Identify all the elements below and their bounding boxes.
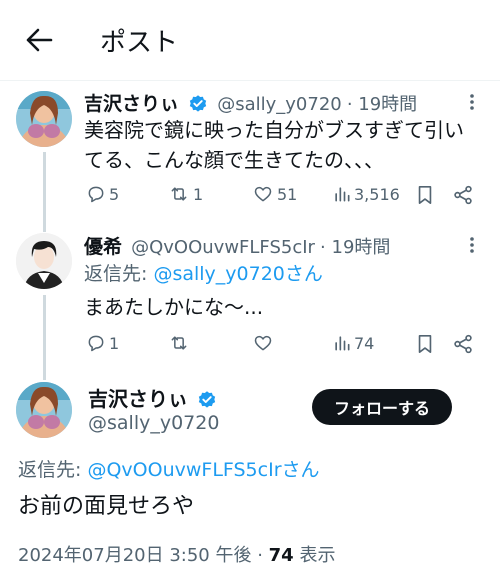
post-time: · 19時間 bbox=[346, 94, 418, 115]
reply-icon bbox=[88, 335, 104, 352]
views-button[interactable]: 3,516 bbox=[333, 184, 400, 204]
more-options-icon[interactable] bbox=[462, 92, 482, 112]
avatar-sally[interactable] bbox=[16, 382, 72, 438]
repost-count: 1 bbox=[193, 184, 204, 204]
avatar-photo bbox=[16, 91, 72, 147]
bookmark-icon[interactable] bbox=[416, 334, 434, 354]
post-text-line: てる、こんな顔で生きてたの、、、 bbox=[84, 148, 384, 172]
post-timestamp[interactable]: 2024年07月20日 3:50 午後 · bbox=[18, 545, 269, 566]
like-button[interactable] bbox=[253, 333, 273, 353]
page-title: ポスト bbox=[100, 28, 179, 58]
avatar-yuki[interactable] bbox=[16, 233, 72, 289]
share-icon[interactable] bbox=[452, 184, 474, 206]
view-label: 表示 bbox=[293, 545, 336, 566]
verified-badge-icon bbox=[189, 94, 207, 112]
main-author-name-row: 吉沢さりぃ bbox=[88, 383, 217, 414]
verified-badge-icon bbox=[198, 390, 216, 408]
post1-text: 美容院で鏡に映った自分がブスすぎて引い てる、こんな顔で生きてたの、、、 bbox=[84, 115, 494, 175]
author-name[interactable]: 吉沢さりぃ bbox=[84, 93, 179, 115]
reply-context: 返信先: @sally_y0720さん bbox=[84, 259, 323, 286]
like-count: 51 bbox=[277, 184, 298, 204]
author-handle[interactable]: @sally_y0720 bbox=[88, 412, 219, 434]
reply-button[interactable]: 5 bbox=[86, 184, 119, 204]
repost-button[interactable]: 1 bbox=[168, 184, 203, 204]
reply-to-handle[interactable]: @QvOOuvwFLFS5cIrさん bbox=[87, 459, 319, 481]
analytics-icon bbox=[335, 187, 350, 202]
avatar-illustration bbox=[16, 233, 72, 289]
reply-count: 5 bbox=[109, 184, 120, 204]
reply-count: 1 bbox=[109, 333, 120, 353]
post-meta: 2024年07月20日 3:50 午後 · 74 表示 bbox=[18, 541, 335, 567]
thread-connector bbox=[43, 295, 46, 380]
view-count: 3,516 bbox=[354, 184, 400, 204]
post-time: · 19時間 bbox=[320, 237, 391, 258]
repost-icon bbox=[171, 336, 187, 350]
reply-icon bbox=[88, 186, 104, 203]
back-arrow-icon[interactable] bbox=[24, 26, 54, 54]
follow-button[interactable]: フォローする bbox=[312, 389, 452, 425]
top-bar: ポスト bbox=[0, 0, 500, 80]
analytics-icon bbox=[335, 336, 350, 351]
views-button[interactable]: 74 bbox=[333, 333, 374, 353]
reply-to-handle[interactable]: @sally_y0720さん bbox=[153, 263, 322, 285]
share-icon[interactable] bbox=[452, 333, 474, 355]
heart-icon bbox=[254, 186, 272, 202]
heart-icon bbox=[254, 335, 272, 351]
reply-context: 返信先: @QvOOuvwFLFS5cIrさん bbox=[18, 455, 320, 482]
main-post-text: お前の面見せろや bbox=[18, 494, 195, 519]
reply-to-label: 返信先: bbox=[84, 263, 148, 285]
thread-connector bbox=[43, 152, 46, 232]
repost-button[interactable] bbox=[168, 333, 190, 353]
more-options-icon[interactable] bbox=[462, 235, 482, 255]
view-count: 74 bbox=[268, 545, 294, 566]
post-text-line: 美容院で鏡に映った自分がブスすぎて引い bbox=[84, 118, 464, 142]
reply-button[interactable]: 1 bbox=[86, 333, 119, 353]
author-name[interactable]: 優希 bbox=[84, 236, 122, 258]
like-button[interactable]: 51 bbox=[253, 184, 297, 204]
author-handle[interactable]: @QvOOuvwFLFS5cIr bbox=[131, 237, 315, 258]
avatar-sally[interactable] bbox=[16, 91, 72, 147]
header-divider bbox=[0, 80, 500, 81]
author-name[interactable]: 吉沢さりぃ bbox=[88, 387, 188, 411]
repost-icon bbox=[171, 187, 187, 201]
post2-header: 優希 @QvOOuvwFLFS5cIr · 19時間 bbox=[84, 232, 390, 259]
post1-header: 吉沢さりぃ @sally_y0720 · 19時間 bbox=[84, 89, 417, 118]
bookmark-icon[interactable] bbox=[416, 185, 434, 205]
view-count: 74 bbox=[354, 333, 375, 353]
author-handle[interactable]: @sally_y0720 bbox=[217, 94, 342, 115]
reply-to-label: 返信先: bbox=[18, 459, 82, 481]
post2-text: まあたしかにな〜... bbox=[84, 295, 264, 319]
avatar-photo bbox=[16, 382, 72, 438]
